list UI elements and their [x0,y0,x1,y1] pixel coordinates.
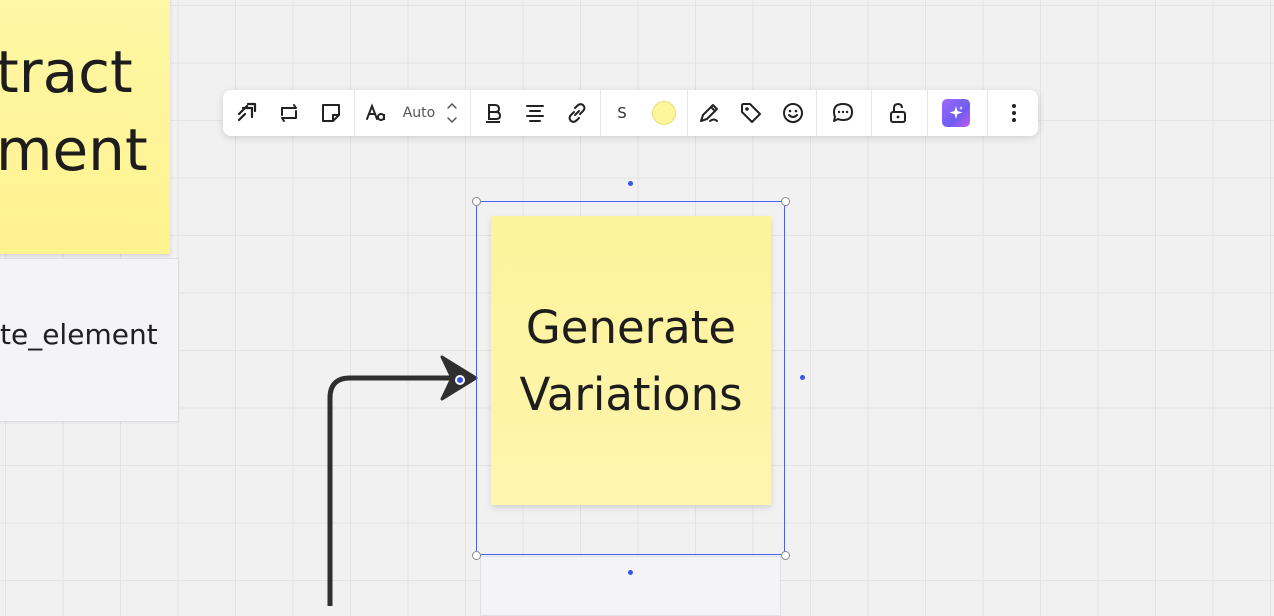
comment-icon[interactable] [825,95,861,131]
resize-handle-top-right[interactable] [781,197,790,206]
convert-to-icon[interactable] [229,95,265,131]
font-size-value[interactable]: Auto [397,95,441,131]
draw-pen-icon[interactable] [691,95,727,131]
emoji-icon[interactable] [775,95,811,131]
resize-handle-bottom-left[interactable] [472,551,481,560]
ai-sparkle-icon[interactable] [938,95,974,131]
connection-point-left[interactable] [455,375,465,385]
context-toolbar: Auto S [223,90,1038,136]
more-icon[interactable] [996,95,1032,131]
resize-handle-bottom-right[interactable] [781,551,790,560]
connection-point-bottom[interactable] [628,570,633,575]
tag-icon[interactable] [733,95,769,131]
align-center-icon[interactable] [517,95,553,131]
link-icon[interactable] [559,95,595,131]
font-family-icon[interactable] [358,95,394,131]
lock-icon[interactable] [880,95,916,131]
resize-handle-top-left[interactable] [472,197,481,206]
size-selector[interactable]: S [604,95,640,131]
font-size-label: Auto [402,105,436,121]
connection-point-top[interactable] [628,181,633,186]
size-label: S [617,104,627,122]
color-swatch[interactable] [646,95,682,131]
selection-frame [476,201,785,555]
switch-type-icon[interactable] [271,95,307,131]
sticky-note-icon[interactable] [313,95,349,131]
connection-point-right[interactable] [800,375,805,380]
font-size-stepper[interactable] [441,95,463,131]
bold-icon[interactable] [475,95,511,131]
